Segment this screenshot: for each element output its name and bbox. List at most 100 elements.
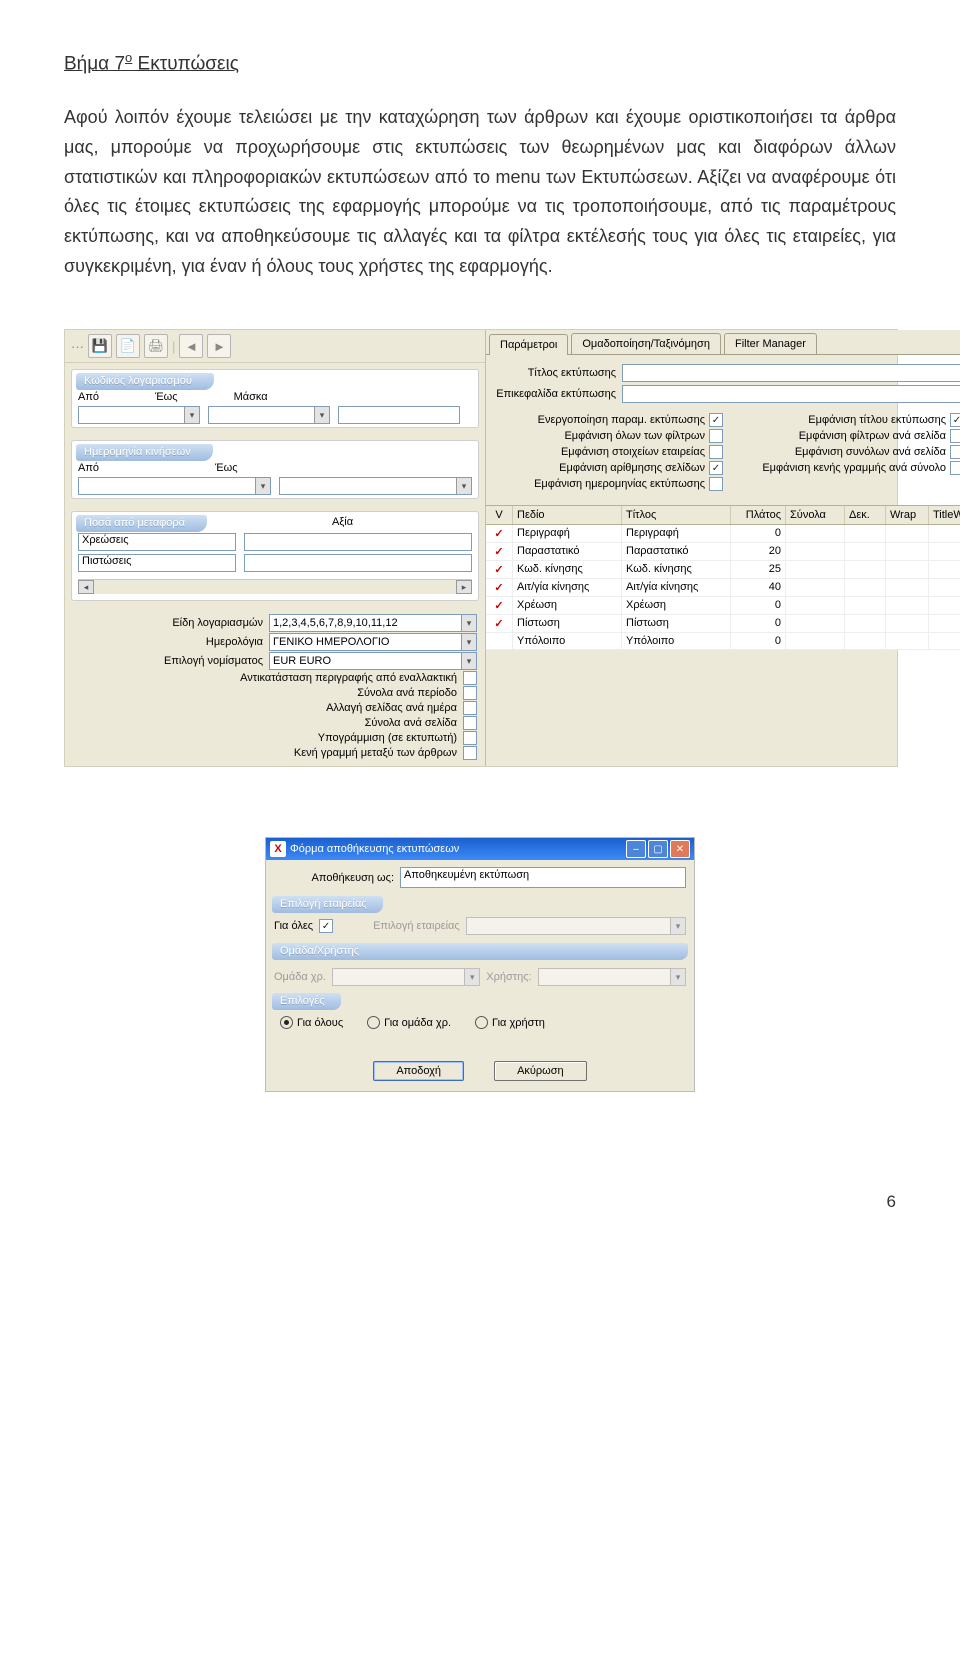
company-section-head: Επιλογή εταιρείας [272,896,383,913]
cb-period-totals: Σύνολα ανά περίοδο [73,687,457,699]
cb-blank-line: Κενή γραμμή μεταξύ των άρθρων [73,747,457,759]
chk-totals-per-page[interactable] [950,445,960,459]
chevron-down-icon[interactable]: ▾ [461,634,476,650]
chevron-down-icon[interactable]: ▾ [461,615,476,631]
heading-step: Βήμα 7 [64,53,125,74]
cb-blank-line-check[interactable] [463,746,477,760]
chevron-down-icon[interactable]: ▾ [461,653,476,669]
dialog-buttons: Αποδοχή Ακύρωση [266,1045,694,1091]
check-grid: Ενεργοποίηση παραμ. εκτύπωσης Εμφάνιση ό… [494,413,960,491]
fields-table: V Πεδίο Τίτλος Πλάτος Σύνολα Δεκ. Wrap T… [486,505,960,766]
chevron-down-icon[interactable]: ▾ [255,478,270,494]
radio-for-all[interactable]: Για όλους [280,1016,343,1029]
tab-filter-manager[interactable]: Filter Manager [724,333,817,354]
journals-select[interactable]: ΓΕΝΙΚΟ ΗΜΕΡΟΛΟΓΙΟ▾ [269,633,477,651]
eos-input[interactable]: ▾ [208,406,330,424]
col-totals: Σύνολα [786,506,845,524]
chevron-down-icon[interactable]: ▾ [314,407,329,423]
minimize-icon[interactable]: – [626,840,646,858]
group-label: Ομάδα χρ. [274,971,326,983]
group-movement-date: Ημερομηνία κινήσεων Από Έως ▾ ▾ [71,440,479,499]
table-row[interactable]: ✓Αιτ/γία κίνησηςΑιτ/γία κίνησης40 [486,579,960,597]
chk-show-title[interactable] [950,413,960,427]
debit-value-input[interactable] [244,533,472,551]
credit-label: Πιστώσεις [78,554,236,572]
col-v: V [486,506,513,524]
maximize-icon[interactable]: ▢ [648,840,668,858]
eos-label: Έως [155,391,178,403]
toolbar: ··· 💾 📄 🖨 | ◄ ► [65,330,485,363]
chk-blank-per-total[interactable] [950,461,960,475]
chk-show-company[interactable] [709,445,723,459]
tab-grouping[interactable]: Ομαδοποίηση/Ταξινόμηση [571,333,721,354]
delete-icon[interactable]: 📄 [116,334,140,358]
cb-underline: Υπογράμμιση (σε εκτυπωτή) [73,732,457,744]
group-caption: Ποσά από μεταφορά [76,515,207,532]
chevron-down-icon: ▾ [670,969,685,985]
mask-input[interactable] [338,406,460,424]
date-from-input[interactable]: ▾ [78,477,271,495]
cb-period-totals-check[interactable] [463,686,477,700]
currency-select[interactable]: EUR EURO▾ [269,652,477,670]
scroll-right-icon[interactable]: ▸ [456,580,472,594]
currency-label: Επιλογή νομίσματος [73,655,263,667]
save-as-input[interactable]: Αποθηκευμένη εκτύπωση [400,867,686,888]
heading-suffix: Εκτυπώσεις [132,53,239,74]
app-icon: X [270,841,286,857]
table-row[interactable]: ✓ΠίστωσηΠίστωση0 [486,615,960,633]
chk-label: Ενεργοποίηση παραμ. εκτύπωσης [538,414,705,426]
for-all-check[interactable] [319,919,333,933]
table-row[interactable]: ✓ΠεριγραφήΠεριγραφή0 [486,525,960,543]
col-titlew: TitleW [929,506,960,524]
save-as-label: Αποθήκευση ως: [274,872,394,884]
table-row[interactable]: ✓Κωδ. κίνησηςΚωδ. κίνησης25 [486,561,960,579]
save-dialog-figure: X Φόρμα αποθήκευσης εκτυπώσεων – ▢ ✕ Απο… [265,837,695,1092]
save-icon[interactable]: 💾 [88,334,112,358]
horizontal-scrollbar[interactable]: ◂ ▸ [78,579,472,594]
for-all-label: Για όλες [274,920,313,932]
eos-label: Έως [215,462,238,474]
chevron-down-icon: ▾ [464,969,479,985]
scroll-left-icon[interactable]: ◂ [78,580,94,594]
radio-for-group[interactable]: Για ομάδα χρ. [367,1016,451,1029]
apo-input[interactable]: ▾ [78,406,200,424]
check-col-right: Εμφάνιση τίτλου εκτύπωσης Εμφάνιση φίλτρ… [735,413,960,491]
document-page: Βήμα 7ο Εκτυπώσεις Αφού λοιπόν έχουμε τε… [0,0,960,1152]
cb-page-per-day-check[interactable] [463,701,477,715]
cancel-button[interactable]: Ακύρωση [494,1061,587,1081]
group-select: ▾ [332,968,480,986]
chevron-down-icon[interactable]: ▾ [184,407,199,423]
chk-show-page-num[interactable] [709,461,723,475]
step-heading: Βήμα 7ο Εκτυπώσεις [64,50,896,75]
close-icon[interactable]: ✕ [670,840,690,858]
table-row[interactable]: ✓ΧρέωσηΧρέωση0 [486,597,960,615]
credit-value-input[interactable] [244,554,472,572]
cb-underline-check[interactable] [463,731,477,745]
chk-enable-params[interactable] [709,413,723,427]
right-icon[interactable]: ► [207,334,231,358]
company-select-label: Επιλογή εταιρείας [373,920,460,932]
chk-filters-per-page[interactable] [950,429,960,443]
radio-for-user[interactable]: Για χρήστη [475,1016,545,1029]
tab-parameters[interactable]: Παράμετροι [489,334,568,355]
apo-label: Από [78,391,99,403]
chk-show-date[interactable] [709,477,723,491]
accept-button[interactable]: Αποδοχή [373,1061,464,1081]
cb-alt-desc-check[interactable] [463,671,477,685]
print-title-input[interactable] [622,364,960,382]
body-paragraph: Αφού λοιπόν έχουμε τελειώσει με την κατα… [64,103,896,281]
chk-show-all-filters[interactable] [709,429,723,443]
date-to-input[interactable]: ▾ [279,477,472,495]
print-icon[interactable]: 🖨 [144,334,168,358]
print-heading-input[interactable] [622,385,960,403]
chk-label: Εμφάνιση συνόλων ανά σελίδα [795,446,946,458]
value-header: Αξία [207,512,478,533]
chk-label: Εμφάνιση όλων των φίλτρων [564,430,705,442]
chk-label: Εμφάνιση φίλτρων ανά σελίδα [799,430,946,442]
left-icon[interactable]: ◄ [179,334,203,358]
account-types-select[interactable]: 1,2,3,4,5,6,7,8,9,10,11,12▾ [269,614,477,632]
table-row[interactable]: ✓ΠαραστατικόΠαραστατικό20 [486,543,960,561]
cb-page-totals-check[interactable] [463,716,477,730]
table-row[interactable]: ΥπόλοιποΥπόλοιπο0 [486,633,960,650]
chevron-down-icon[interactable]: ▾ [456,478,471,494]
